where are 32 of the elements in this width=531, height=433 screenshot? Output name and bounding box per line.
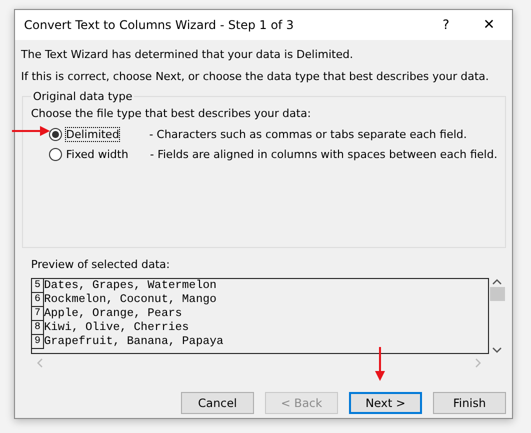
- prompt-text: Choose the file type that best describes your data:: [31, 107, 312, 120]
- preview-line: Apple, Orange, Pears: [44, 307, 182, 321]
- option-label[interactable]: Fixed width: [66, 148, 150, 160]
- row-number: 7: [32, 307, 44, 321]
- wizard-button[interactable]: Finish: [433, 392, 506, 414]
- radio-button[interactable]: [49, 128, 62, 140]
- option-label[interactable]: Delimited: [66, 128, 120, 140]
- row-number: 6: [32, 293, 44, 307]
- preview-line: Rockmelon, Coconut, Mango: [44, 293, 217, 307]
- arrow-drawing: [375, 347, 385, 381]
- intro-text: If this is correct, choose Next, or choose the data type that best describes your data.: [21, 70, 490, 83]
- preview-line: Grapefruit, Banana, Papaya: [44, 335, 224, 349]
- preview-line: Dates, Grapes, Watermelon: [44, 279, 217, 293]
- row-number: 5: [32, 279, 44, 293]
- scroll-up-icon[interactable]: [492, 278, 502, 285]
- window-title: Convert Text to Columns Wizard - Step 1 of 3: [24, 18, 295, 32]
- preview-line: Kiwi, Olive, Cherries: [44, 321, 189, 335]
- option-description: - Characters such as commas or tabs separate each field.: [149, 128, 467, 140]
- wizard-button[interactable]: Next >: [349, 392, 422, 414]
- close-button[interactable]: ✕: [466, 17, 512, 33]
- row-number: 9: [32, 335, 44, 349]
- scrollbar-thumb[interactable]: [490, 287, 504, 301]
- group-title: Original data type: [32, 90, 134, 103]
- arrow-drawing: [12, 126, 50, 136]
- wizard-button[interactable]: Cancel: [181, 392, 254, 414]
- scroll-down-icon[interactable]: [492, 347, 502, 354]
- row-number: 8: [32, 321, 44, 335]
- option-description: - Fields are aligned in columns with spaces between each field.: [150, 148, 498, 160]
- intro-text: The Text Wizard has determined that your data is Delimited.: [21, 48, 354, 61]
- help-button[interactable]: ?: [426, 18, 466, 32]
- preview-label: Preview of selected data:: [31, 258, 171, 271]
- radio-button[interactable]: [49, 148, 62, 160]
